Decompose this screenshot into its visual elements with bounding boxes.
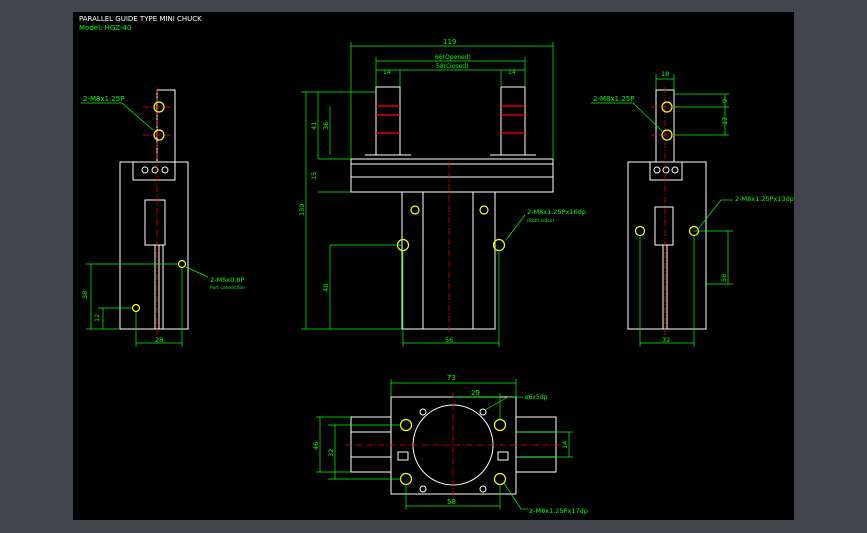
dim-front-closed: 58(Closed) bbox=[436, 63, 468, 70]
dim-front-36: 36 bbox=[322, 122, 330, 130]
left-side-view bbox=[119, 89, 189, 330]
front-left-jaw bbox=[375, 86, 401, 156]
left-port-callout: 2-M5x0.8P bbox=[210, 276, 244, 284]
dim-front-jaw-right: 14 bbox=[508, 69, 516, 76]
dim-right-17: 17 bbox=[721, 117, 729, 125]
model-label: Model: HGZ-40 bbox=[79, 24, 131, 32]
dim-right-32: 32 bbox=[662, 336, 670, 344]
front-view bbox=[350, 86, 554, 330]
dim-front-41: 41 bbox=[310, 122, 318, 130]
dim-right-58: 58 bbox=[720, 274, 728, 282]
front-callout-sub: (Both sides) bbox=[527, 218, 554, 224]
dim-front-jaw-left: 14 bbox=[383, 69, 391, 76]
bottom-center-lines bbox=[345, 392, 561, 499]
dim-right-18: 18 bbox=[661, 70, 669, 78]
drawing-title: PARALLEL GUIDE TYPE MINI CHUCK bbox=[79, 15, 202, 23]
dim-bottom-29: 29 bbox=[471, 389, 480, 397]
right-guide-block bbox=[649, 161, 683, 181]
left-guide-block bbox=[132, 161, 176, 181]
cad-drawing: PARALLEL GUIDE TYPE MINI CHUCK Model: HG… bbox=[79, 15, 794, 515]
bottom-hole-callout: ø6x5dp bbox=[525, 394, 548, 401]
right-thread-callout-side: 2-M8x1.25Px13dp bbox=[735, 195, 794, 203]
bottom-body bbox=[390, 396, 517, 495]
front-jaw-markers bbox=[376, 105, 525, 134]
dim-front-15: 15 bbox=[310, 172, 318, 180]
left-port-subtitle: Port connection bbox=[210, 285, 245, 291]
drawing-canvas: PARALLEL GUIDE TYPE MINI CHUCK Model: HG… bbox=[73, 12, 794, 520]
dim-left-28: 28 bbox=[155, 336, 163, 344]
front-thread-callout: 2-M8x1.25Px16dp bbox=[527, 208, 586, 216]
front-holes bbox=[396, 205, 506, 252]
dim-bottom-58: 58 bbox=[447, 498, 456, 506]
dim-left-12: 12 bbox=[93, 314, 101, 322]
dim-bottom-14: 14 bbox=[561, 441, 569, 449]
dim-front-56: 56 bbox=[445, 336, 453, 344]
dim-right-9: 9 bbox=[721, 99, 729, 103]
dim-left-38: 38 bbox=[81, 291, 89, 299]
dim-front-opened: 66(Opened) bbox=[435, 54, 471, 61]
front-right-jaw bbox=[500, 86, 526, 156]
dim-bottom-46: 46 bbox=[312, 442, 320, 450]
bottom-right-jaw bbox=[515, 416, 557, 473]
dim-front-48: 48 bbox=[322, 284, 330, 292]
dim-front-119: 119 bbox=[443, 38, 456, 46]
right-thread-callout-top: 2-M8x1.25P bbox=[593, 95, 634, 103]
bottom-thread-callout: 2-M8x1.25Px17dp bbox=[529, 507, 588, 515]
left-inner-slot bbox=[144, 199, 166, 246]
right-dimensions bbox=[591, 74, 733, 347]
dim-bottom-73: 73 bbox=[447, 374, 456, 382]
bottom-view bbox=[350, 396, 557, 495]
right-holes bbox=[634, 101, 700, 237]
left-jaw-finger bbox=[156, 89, 176, 163]
front-dimensions bbox=[301, 42, 554, 347]
right-inner-slot bbox=[654, 206, 674, 246]
dim-front-139: 139 bbox=[298, 204, 306, 216]
dim-bottom-32: 32 bbox=[327, 449, 335, 457]
left-thread-callout: 2-M8x1.25P bbox=[83, 95, 124, 103]
